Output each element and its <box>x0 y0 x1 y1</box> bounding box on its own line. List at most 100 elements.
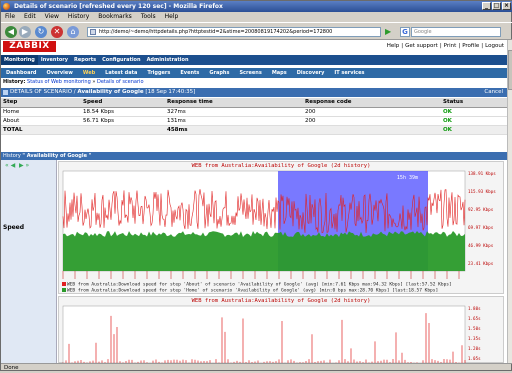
total-label: TOTAL <box>1 125 81 135</box>
cell-step: Home <box>1 107 81 117</box>
tab-web[interactable]: Web <box>78 68 100 78</box>
col-step: Step <box>1 98 81 108</box>
vertical-scrollbar[interactable] <box>507 40 512 363</box>
forward-icon[interactable]: ▶ <box>19 26 31 38</box>
google-icon[interactable]: G <box>400 27 410 37</box>
top-links: Help | Get support | Print | Profile | Logou… <box>386 43 504 49</box>
col-response-code: Response code <box>303 98 441 108</box>
go-icon[interactable]: ▶ <box>385 27 393 37</box>
tab-overview[interactable]: Overview <box>42 68 78 78</box>
graph-nav-controls[interactable]: « ◀ ▶ » <box>5 162 29 169</box>
tab-inventory[interactable]: Inventory <box>38 55 71 65</box>
col-response-time: Response time <box>165 98 303 108</box>
main-menu: Monitoring Inventory Reports Configurati… <box>1 55 507 65</box>
minimize-button[interactable]: _ <box>482 2 491 10</box>
cell-response-time: 327ms <box>165 107 303 117</box>
details-icon <box>3 90 8 95</box>
menu-bar: File Edit View History Bookmarks Tools H… <box>1 12 512 22</box>
y-tick-label-2: 1.65s <box>468 316 481 321</box>
zabbix-logo: ZABBIX <box>3 41 56 52</box>
response-graph-plot: 1.80s 1.65s 1.50s 1.35s 1.20s 1.05s <box>62 305 481 363</box>
speed-graph[interactable]: WEB from Australia:Availability of Googl… <box>58 161 504 294</box>
get-support-link[interactable]: Get support <box>405 43 438 49</box>
y-tick-label-2: 1.80s <box>468 306 481 311</box>
menu-help[interactable]: Help <box>165 12 179 22</box>
status-text: Done <box>4 365 19 371</box>
menu-edit[interactable]: Edit <box>24 12 36 22</box>
profile-link[interactable]: Profile <box>462 43 479 49</box>
help-link[interactable]: Help <box>387 43 400 49</box>
history-bar-name: " Availability of Google " <box>22 153 92 159</box>
page-icon <box>90 29 96 35</box>
cell-status: OK <box>441 107 507 117</box>
search-input[interactable]: Google <box>411 27 501 37</box>
home-icon[interactable]: ⌂ <box>67 26 79 38</box>
tab-maps[interactable]: Maps <box>267 68 292 78</box>
title-bar: Details of scenario [refreshed every 120… <box>1 1 512 12</box>
close-button[interactable]: × <box>502 2 511 10</box>
selection-label: 15h 39m <box>397 175 418 181</box>
breadcrumb: History: Status of Web monitoring » Deta… <box>3 79 144 85</box>
speed-label: Speed <box>3 224 25 231</box>
logout-link[interactable]: Logout <box>485 43 504 49</box>
details-title: DETAILS OF SCENARIO <box>10 89 73 95</box>
breadcrumb-web-status[interactable]: Status of Web monitoring <box>27 79 91 85</box>
url-text: http://demo/~demo/httpdetails.php?httpte… <box>99 29 333 35</box>
total-response-time: 458ms <box>165 125 303 135</box>
history-bar: History " Availability of Google " <box>1 152 507 160</box>
window-title: Details of scenario [refreshed every 120… <box>14 3 223 10</box>
zabbix-header: ZABBIX Help | Get support | Print | Profile… <box>1 40 507 53</box>
history-label: History: <box>3 79 26 85</box>
print-link[interactable]: Print <box>444 43 457 49</box>
tab-it-services[interactable]: IT services <box>329 68 369 78</box>
total-status: OK <box>441 125 507 135</box>
tab-administration[interactable]: Administration <box>144 55 192 65</box>
url-bar[interactable]: http://demo/~demo/httpdetails.php?httpte… <box>87 27 381 37</box>
tab-dashboard[interactable]: Dashboard <box>1 68 42 78</box>
tab-graphs[interactable]: Graphs <box>204 68 234 78</box>
menu-file[interactable]: File <box>5 12 15 22</box>
y-tick-label-2: 1.35s <box>468 336 481 341</box>
y-tick-label: 92.95 Kbps <box>468 207 494 212</box>
y-tick-label-2: 1.50s <box>468 326 481 331</box>
cell-response-code: 200 <box>303 107 441 117</box>
response-time-graph[interactable]: WEB from Australia:Availability of Googl… <box>58 296 504 363</box>
scenario-name: Availability of Google <box>77 89 144 95</box>
y-tick-label-2: 1.05s <box>468 356 481 361</box>
scrollbar-thumb[interactable] <box>508 50 512 90</box>
total-speed <box>81 125 165 135</box>
history-bar-label: History <box>3 153 21 159</box>
breadcrumb-details[interactable]: Details of scenario <box>97 79 144 85</box>
tab-configuration[interactable]: Configuration <box>99 55 143 65</box>
page-content: ZABBIX Help | Get support | Print | Profile… <box>1 40 507 363</box>
menu-bookmarks[interactable]: Bookmarks <box>98 12 132 22</box>
tab-monitoring[interactable]: Monitoring <box>1 55 38 65</box>
navigation-toolbar: ◀ ▶ ↻ ✕ ⌂ http://demo/~demo/httpdetails.… <box>1 22 512 40</box>
cell-speed: 18.54 Kbps <box>81 107 165 117</box>
tab-reports[interactable]: Reports <box>71 55 99 65</box>
menu-history[interactable]: History <box>68 12 89 22</box>
table-row: Home 18.54 Kbps 327ms 200 OK <box>1 107 507 117</box>
stop-icon[interactable]: ✕ <box>51 26 63 38</box>
menu-tools[interactable]: Tools <box>141 12 156 22</box>
plot-area-2 <box>62 305 466 363</box>
tab-screens[interactable]: Screens <box>234 68 266 78</box>
cancel-link[interactable]: Cancel <box>484 88 503 97</box>
y-tick-label: 138.91 Kbps <box>468 171 496 176</box>
reload-icon[interactable]: ↻ <box>35 26 47 38</box>
y-tick-label: 46.99 Kbps <box>468 243 494 248</box>
cell-status: OK <box>441 116 507 126</box>
maximize-button[interactable]: □ <box>492 2 501 10</box>
steps-table: Step Speed Response time Response code S… <box>1 98 507 135</box>
cell-response-code: 200 <box>303 116 441 126</box>
speed-graph-plot: 15h 39m 138.91 Kbps 115.93 Kbps 92.95 Kbps 6… <box>62 170 496 279</box>
y-tick-label: 23.41 Kbps <box>468 261 494 266</box>
tab-triggers[interactable]: Triggers <box>142 68 175 78</box>
tab-events[interactable]: Events <box>175 68 204 78</box>
back-icon[interactable]: ◀ <box>5 26 17 38</box>
menu-view[interactable]: View <box>45 12 59 22</box>
cell-response-time: 131ms <box>165 116 303 126</box>
cell-speed: 56.71 Kbps <box>81 116 165 126</box>
tab-discovery[interactable]: Discovery <box>292 68 330 78</box>
tab-latest-data[interactable]: Latest data <box>100 68 142 78</box>
